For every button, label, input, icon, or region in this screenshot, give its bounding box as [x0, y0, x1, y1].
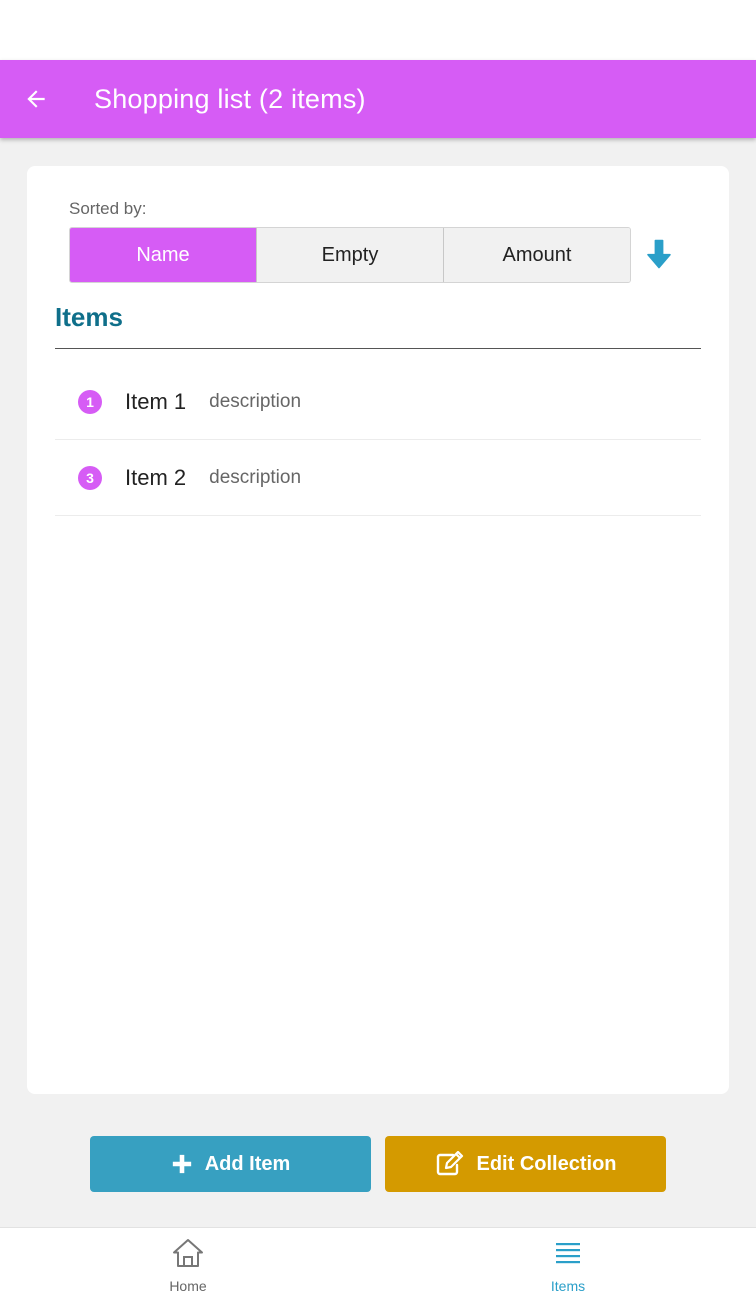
- sort-option-empty[interactable]: Empty: [256, 228, 443, 282]
- arrow-down-icon: [647, 239, 671, 269]
- section-divider: [55, 348, 701, 349]
- edit-icon: [435, 1151, 465, 1177]
- list-item[interactable]: 1 Item 1 description: [55, 364, 701, 440]
- plus-icon: [171, 1153, 193, 1175]
- item-name: Item 1: [125, 388, 187, 414]
- nav-home[interactable]: Home: [88, 1228, 288, 1297]
- amount-badge: 3: [78, 465, 102, 490]
- sort-option-amount[interactable]: Amount: [443, 228, 630, 282]
- edit-collection-label: Edit Collection: [476, 1152, 617, 1175]
- list-icon: [555, 1236, 581, 1270]
- arrow-left-icon: [27, 90, 45, 108]
- list-item[interactable]: 3 Item 2 description: [55, 440, 701, 516]
- sort-label: Sorted by:: [69, 199, 147, 218]
- nav-items-label: Items: [550, 1278, 586, 1294]
- item-name: Item 2: [125, 464, 187, 490]
- add-item-label: Add Item: [204, 1152, 291, 1175]
- nav-home-label: Home: [169, 1278, 207, 1294]
- status-bar: [0, 0, 756, 60]
- items-section-title: Items: [55, 302, 123, 332]
- items-card: Sorted by: Name Empty Amount Items 1 Ite…: [27, 166, 729, 1094]
- add-item-button[interactable]: Add Item: [90, 1136, 371, 1192]
- sort-segmented-control: Name Empty Amount: [69, 227, 631, 283]
- page-title: Shopping list (2 items): [94, 83, 366, 114]
- item-description: description: [209, 466, 302, 488]
- bottom-navigation: Home Items: [0, 1227, 756, 1297]
- item-description: description: [209, 390, 302, 412]
- item-list: 1 Item 1 description 3 Item 2 descriptio…: [55, 364, 701, 516]
- sort-direction-button[interactable]: [639, 234, 679, 274]
- nav-items[interactable]: Items: [468, 1228, 668, 1297]
- app-bar: Shopping list (2 items): [0, 60, 756, 138]
- sort-option-name[interactable]: Name: [70, 228, 256, 282]
- back-button[interactable]: [0, 60, 72, 138]
- edit-collection-button[interactable]: Edit Collection: [385, 1136, 666, 1192]
- home-icon: [171, 1236, 205, 1270]
- amount-badge: 1: [78, 389, 102, 414]
